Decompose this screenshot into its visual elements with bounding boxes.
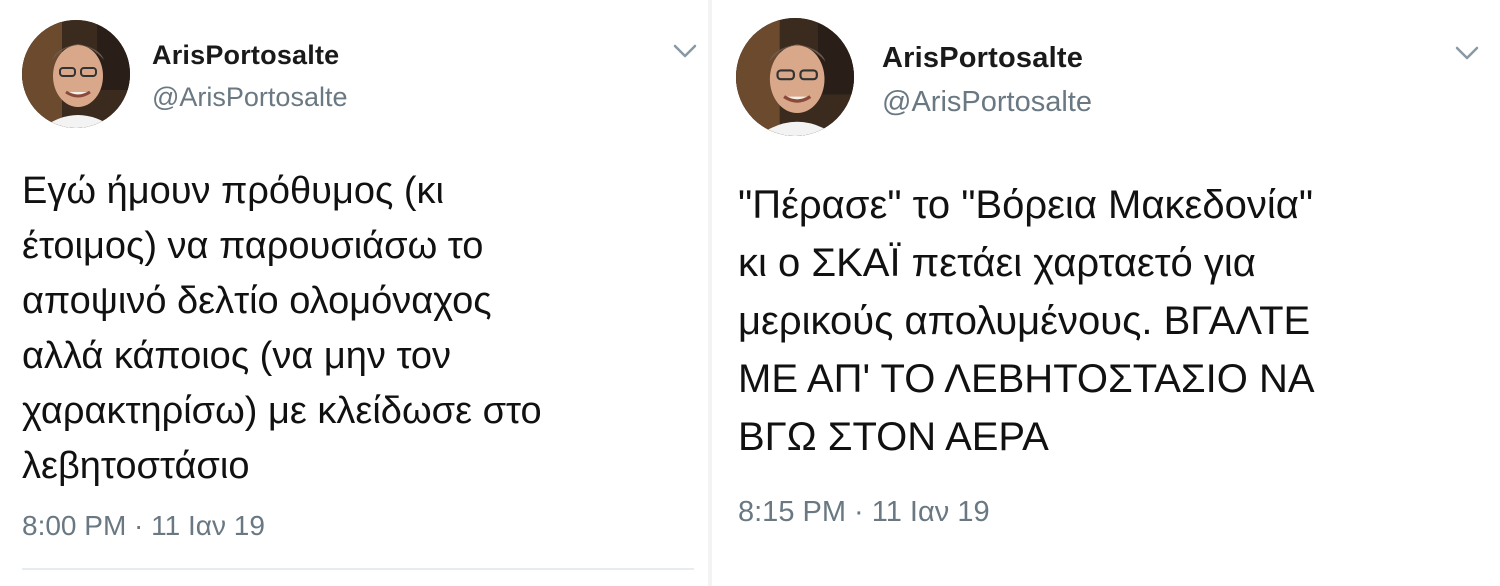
chevron-down-icon[interactable] bbox=[1454, 44, 1480, 62]
avatar[interactable] bbox=[22, 20, 130, 128]
bottom-divider bbox=[22, 568, 694, 570]
tweet-timestamp[interactable]: 8:00 PM · 11 Ιαν 19 bbox=[22, 510, 265, 542]
tweet-text: "Πέρασε" το "Βόρεια Μακεδονία" κι ο ΣΚΑΪ… bbox=[738, 183, 1315, 459]
tweet-card-right: ArisPortosalte @ArisPortosalte "Πέρασε" … bbox=[712, 0, 1500, 586]
avatar-photo-icon bbox=[736, 18, 854, 136]
user-handle[interactable]: @ArisPortosalte bbox=[152, 82, 347, 113]
avatar[interactable] bbox=[736, 18, 854, 136]
tweet-timestamp[interactable]: 8:15 PM · 11 Ιαν 19 bbox=[738, 496, 990, 529]
tweet-card-left: ArisPortosalte @ArisPortosalte Εγώ ήμουν… bbox=[0, 0, 708, 586]
display-name[interactable]: ArisPortosalte bbox=[882, 42, 1083, 75]
avatar-photo-icon bbox=[22, 20, 130, 128]
tweet-text: Εγώ ήμουν πρόθυμος (κι έτοιμος) να παρου… bbox=[22, 170, 542, 487]
display-name[interactable]: ArisPortosalte bbox=[152, 40, 339, 71]
user-handle[interactable]: @ArisPortosalte bbox=[882, 86, 1092, 119]
chevron-down-icon[interactable] bbox=[672, 42, 698, 60]
